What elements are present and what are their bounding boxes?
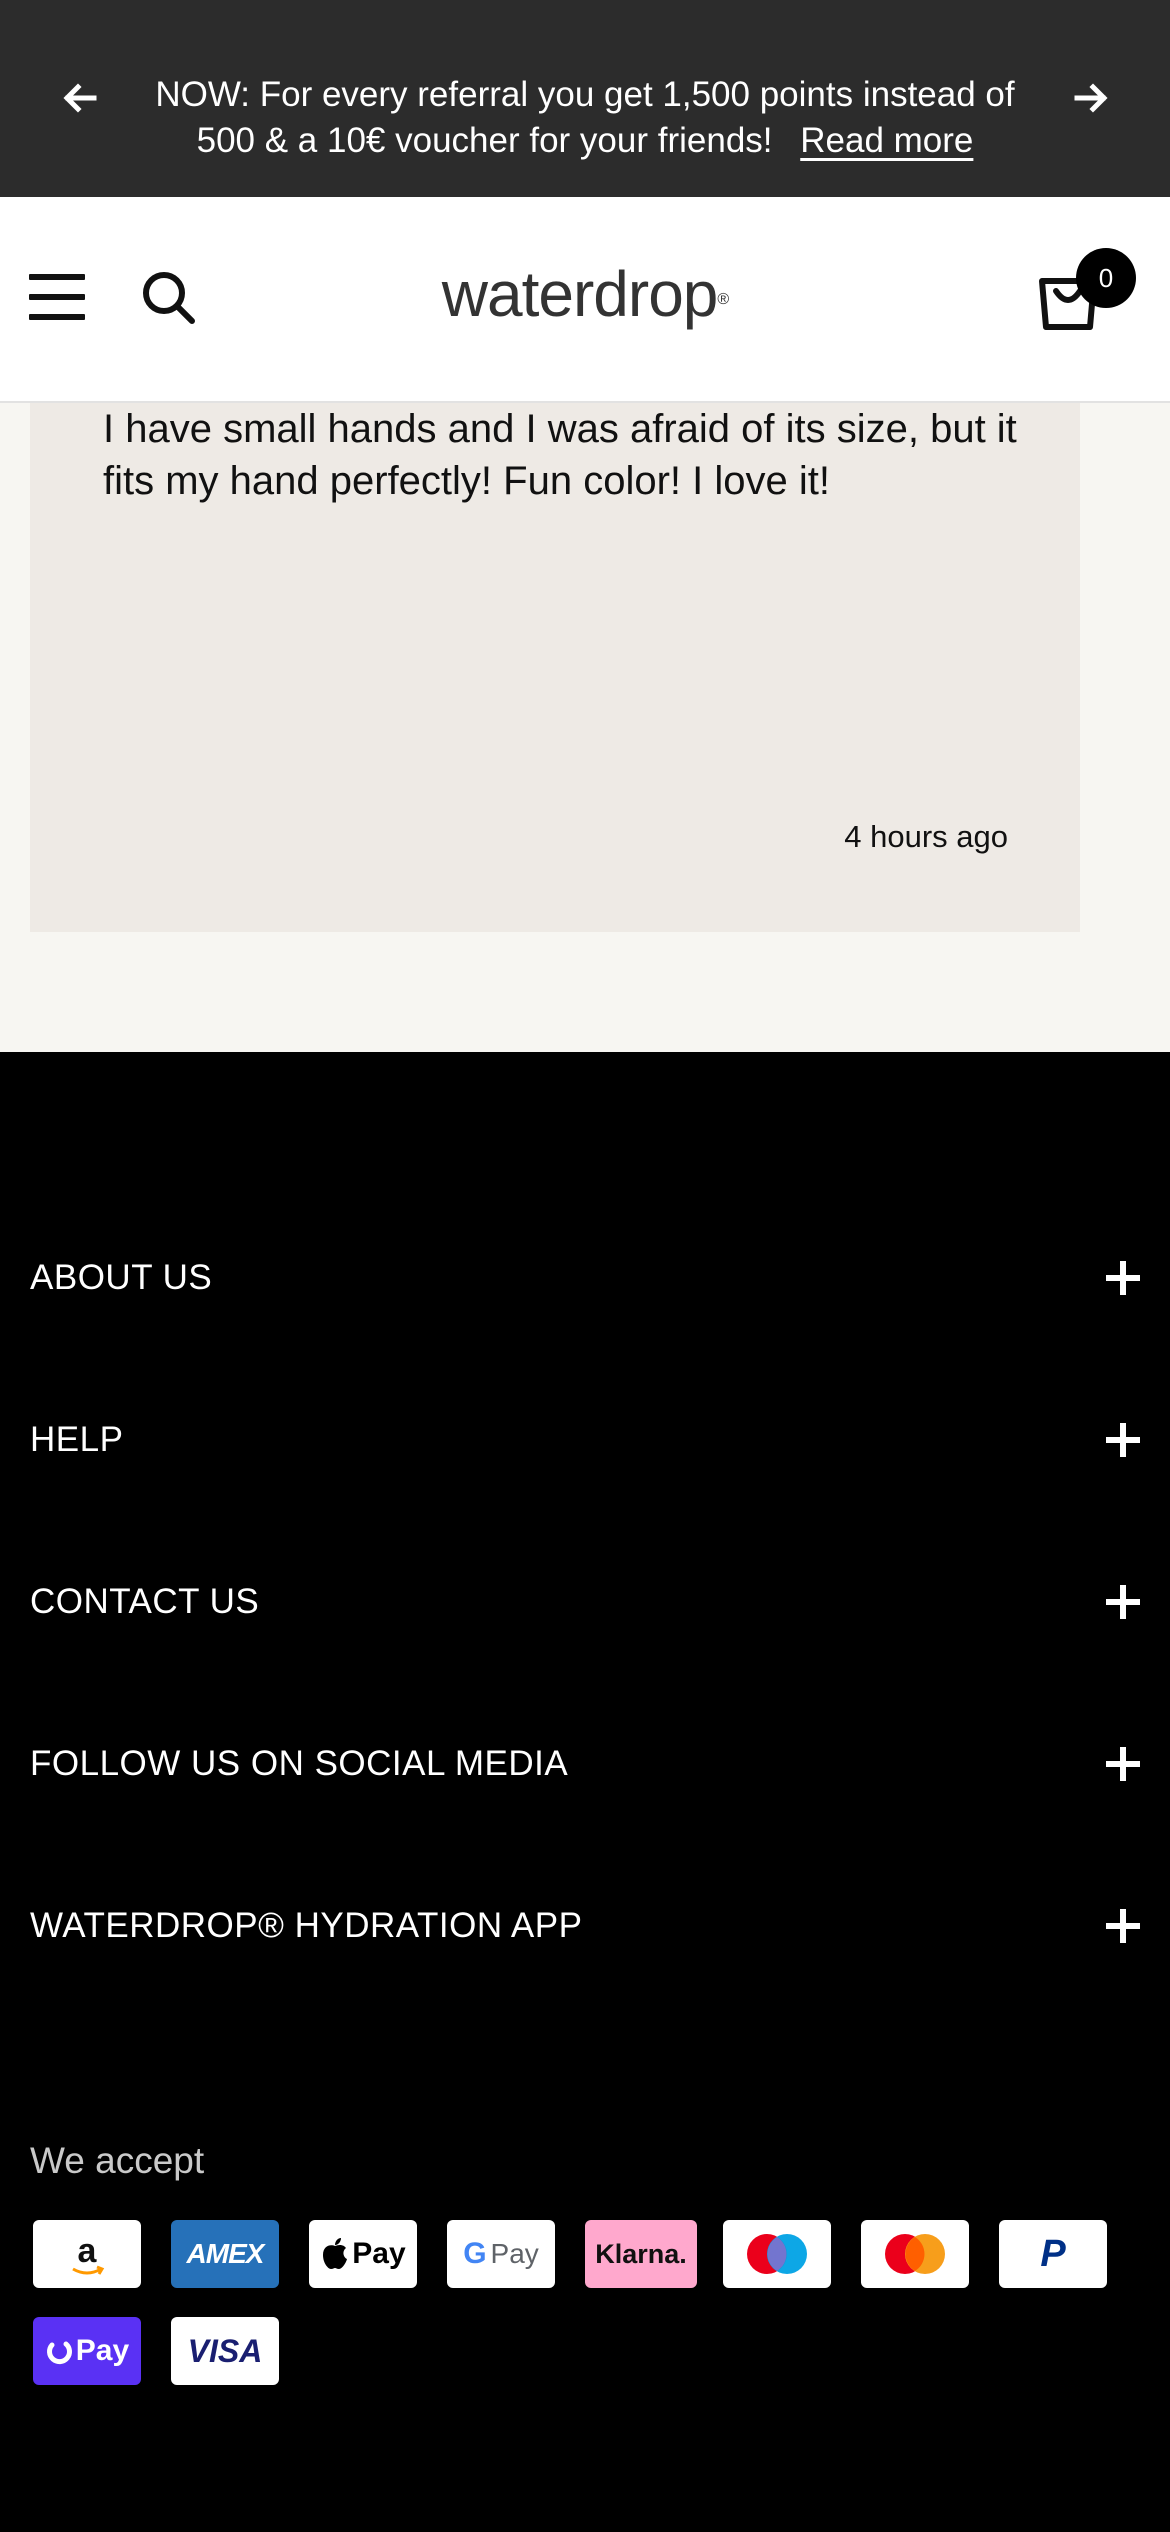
plus-icon[interactable]: [1106, 1423, 1140, 1457]
amazon-icon: a: [33, 2220, 141, 2288]
plus-icon[interactable]: [1106, 1909, 1140, 1943]
arrow-left-icon[interactable]: [60, 78, 100, 118]
logo-text: waterdrop: [441, 258, 719, 330]
paypal-text: P: [1040, 2232, 1066, 2275]
footer-section-hydration-app[interactable]: WATERDROP® HYDRATION APP: [30, 1896, 1140, 1956]
paypal-icon: P: [999, 2220, 1107, 2288]
klarna-icon: Klarna.: [585, 2220, 697, 2288]
klarna-text: Klarna.: [595, 2238, 687, 2269]
maestro-icon: [723, 2220, 831, 2288]
apple-pay-icon: Pay: [309, 2220, 417, 2288]
google-pay-icon: G Pay: [447, 2220, 555, 2288]
footer-section-help[interactable]: HELP: [30, 1410, 1140, 1470]
amazon-letter: a: [78, 2232, 98, 2270]
footer-section-label: FOLLOW US ON SOCIAL MEDIA: [30, 1744, 569, 1783]
review-timestamp: 4 hours ago: [844, 819, 1008, 854]
menu-icon[interactable]: [29, 274, 85, 320]
apple-pay-text: Pay: [352, 2237, 406, 2270]
announcement-message: NOW: For every referral you get 1,500 po…: [130, 72, 1040, 164]
footer-section-label: HELP: [30, 1420, 124, 1459]
waterdrop-logo[interactable]: waterdrop®: [430, 259, 740, 329]
plus-icon[interactable]: [1106, 1261, 1140, 1295]
footer-section-label: ABOUT US: [30, 1258, 213, 1297]
amex-text: AMEX: [186, 2238, 265, 2269]
search-icon[interactable]: [140, 269, 198, 327]
footer-section-label: WATERDROP® HYDRATION APP: [30, 1906, 583, 1945]
footer-section-label: CONTACT US: [30, 1582, 260, 1621]
amex-icon: AMEX: [171, 2220, 279, 2288]
mastercard-icon: [861, 2220, 969, 2288]
footer-section-contact-us[interactable]: CONTACT US: [30, 1572, 1140, 1632]
announcement-bar: NOW: For every referral you get 1,500 po…: [0, 0, 1170, 197]
arrow-right-icon[interactable]: [1071, 78, 1111, 118]
review-card: I have small hands and I was afraid of i…: [30, 403, 1080, 932]
plus-icon[interactable]: [1106, 1747, 1140, 1781]
site-header: waterdrop® 0: [0, 197, 1170, 403]
footer: ABOUT US HELP CONTACT US FOLLOW US ON SO…: [0, 1052, 1170, 2532]
review-text: I have small hands and I was afraid of i…: [103, 407, 1017, 503]
shop-pay-icon: Pay: [33, 2317, 141, 2385]
footer-section-about-us[interactable]: ABOUT US: [30, 1248, 1140, 1308]
plus-icon[interactable]: [1106, 1585, 1140, 1619]
shop-pay-text: Pay: [75, 2334, 130, 2367]
we-accept-label: We accept: [30, 2140, 205, 2181]
read-more-link[interactable]: Read more: [800, 121, 973, 160]
footer-section-social-media[interactable]: FOLLOW US ON SOCIAL MEDIA: [30, 1734, 1140, 1794]
visa-icon: VISA: [171, 2317, 279, 2385]
google-pay-text: Pay: [490, 2238, 539, 2269]
cart-count-badge: 0: [1076, 248, 1136, 308]
visa-text: VISA: [187, 2332, 263, 2369]
